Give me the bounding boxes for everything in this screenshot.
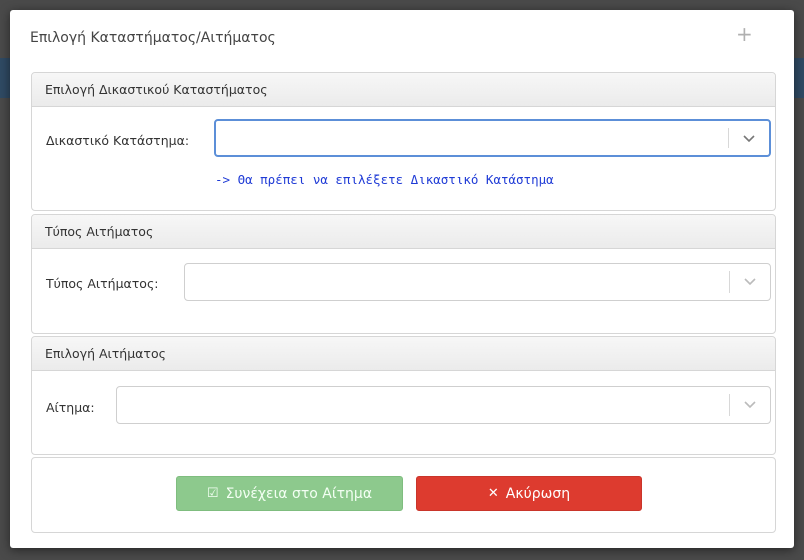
request-type-select[interactable] bbox=[184, 263, 771, 301]
select-divider bbox=[728, 128, 729, 148]
modal-title: Επιλογή Καταστήματος/Αιτήματος bbox=[30, 30, 276, 46]
chevron-down-icon[interactable] bbox=[743, 277, 757, 287]
request-panel-body: Αίτημα: bbox=[32, 371, 775, 455]
select-divider bbox=[729, 394, 730, 416]
store-panel-heading: Επιλογή Δικαστικού Καταστήματος bbox=[32, 73, 775, 107]
close-x-icon: ✕ bbox=[487, 486, 499, 501]
request-select[interactable] bbox=[116, 386, 771, 424]
select-store-request-dialog: Επιλογή Καταστήματος/Αιτήματος + Επιλογή… bbox=[10, 10, 794, 548]
chevron-down-icon[interactable] bbox=[743, 400, 757, 410]
continue-button-label: Συνέχεια στο Αίτημα bbox=[225, 485, 373, 502]
store-panel-body: Δικαστικό Κατάστημα: -> Θα πρέπει να επι… bbox=[32, 107, 775, 211]
close-icon[interactable]: + bbox=[736, 24, 753, 44]
store-select[interactable] bbox=[214, 119, 771, 157]
type-panel-heading: Τύπος Αιτήματος bbox=[32, 215, 775, 249]
type-field-label: Τύπος Αιτήματος: bbox=[46, 276, 159, 291]
modal-footer: ☑ Συνέχεια στο Αίτημα ✕ Ακύρωση bbox=[31, 457, 776, 533]
request-field-label: Αίτημα: bbox=[46, 400, 95, 415]
request-panel: Επιλογή Αιτήματος Αίτημα: bbox=[31, 336, 776, 455]
store-field-label: Δικαστικό Κατάστημα: bbox=[46, 133, 190, 148]
request-panel-heading: Επιλογή Αιτήματος bbox=[32, 337, 775, 371]
chevron-down-icon[interactable] bbox=[742, 134, 756, 144]
type-panel-body: Τύπος Αιτήματος: bbox=[32, 249, 775, 334]
cancel-button[interactable]: ✕ Ακύρωση bbox=[416, 476, 642, 511]
store-panel: Επιλογή Δικαστικού Καταστήματος Δικαστικ… bbox=[31, 72, 776, 211]
modal-header: Επιλογή Καταστήματος/Αιτήματος + bbox=[10, 10, 794, 66]
store-required-hint: -> Θα πρέπει να επιλέξετε Δικαστικό Κατά… bbox=[215, 172, 554, 187]
cancel-button-label: Ακύρωση bbox=[505, 485, 571, 502]
type-panel: Τύπος Αιτήματος Τύπος Αιτήματος: bbox=[31, 214, 776, 334]
checkbox-icon: ☑ bbox=[206, 486, 219, 501]
select-divider bbox=[729, 271, 730, 293]
continue-to-request-button[interactable]: ☑ Συνέχεια στο Αίτημα bbox=[176, 476, 403, 511]
